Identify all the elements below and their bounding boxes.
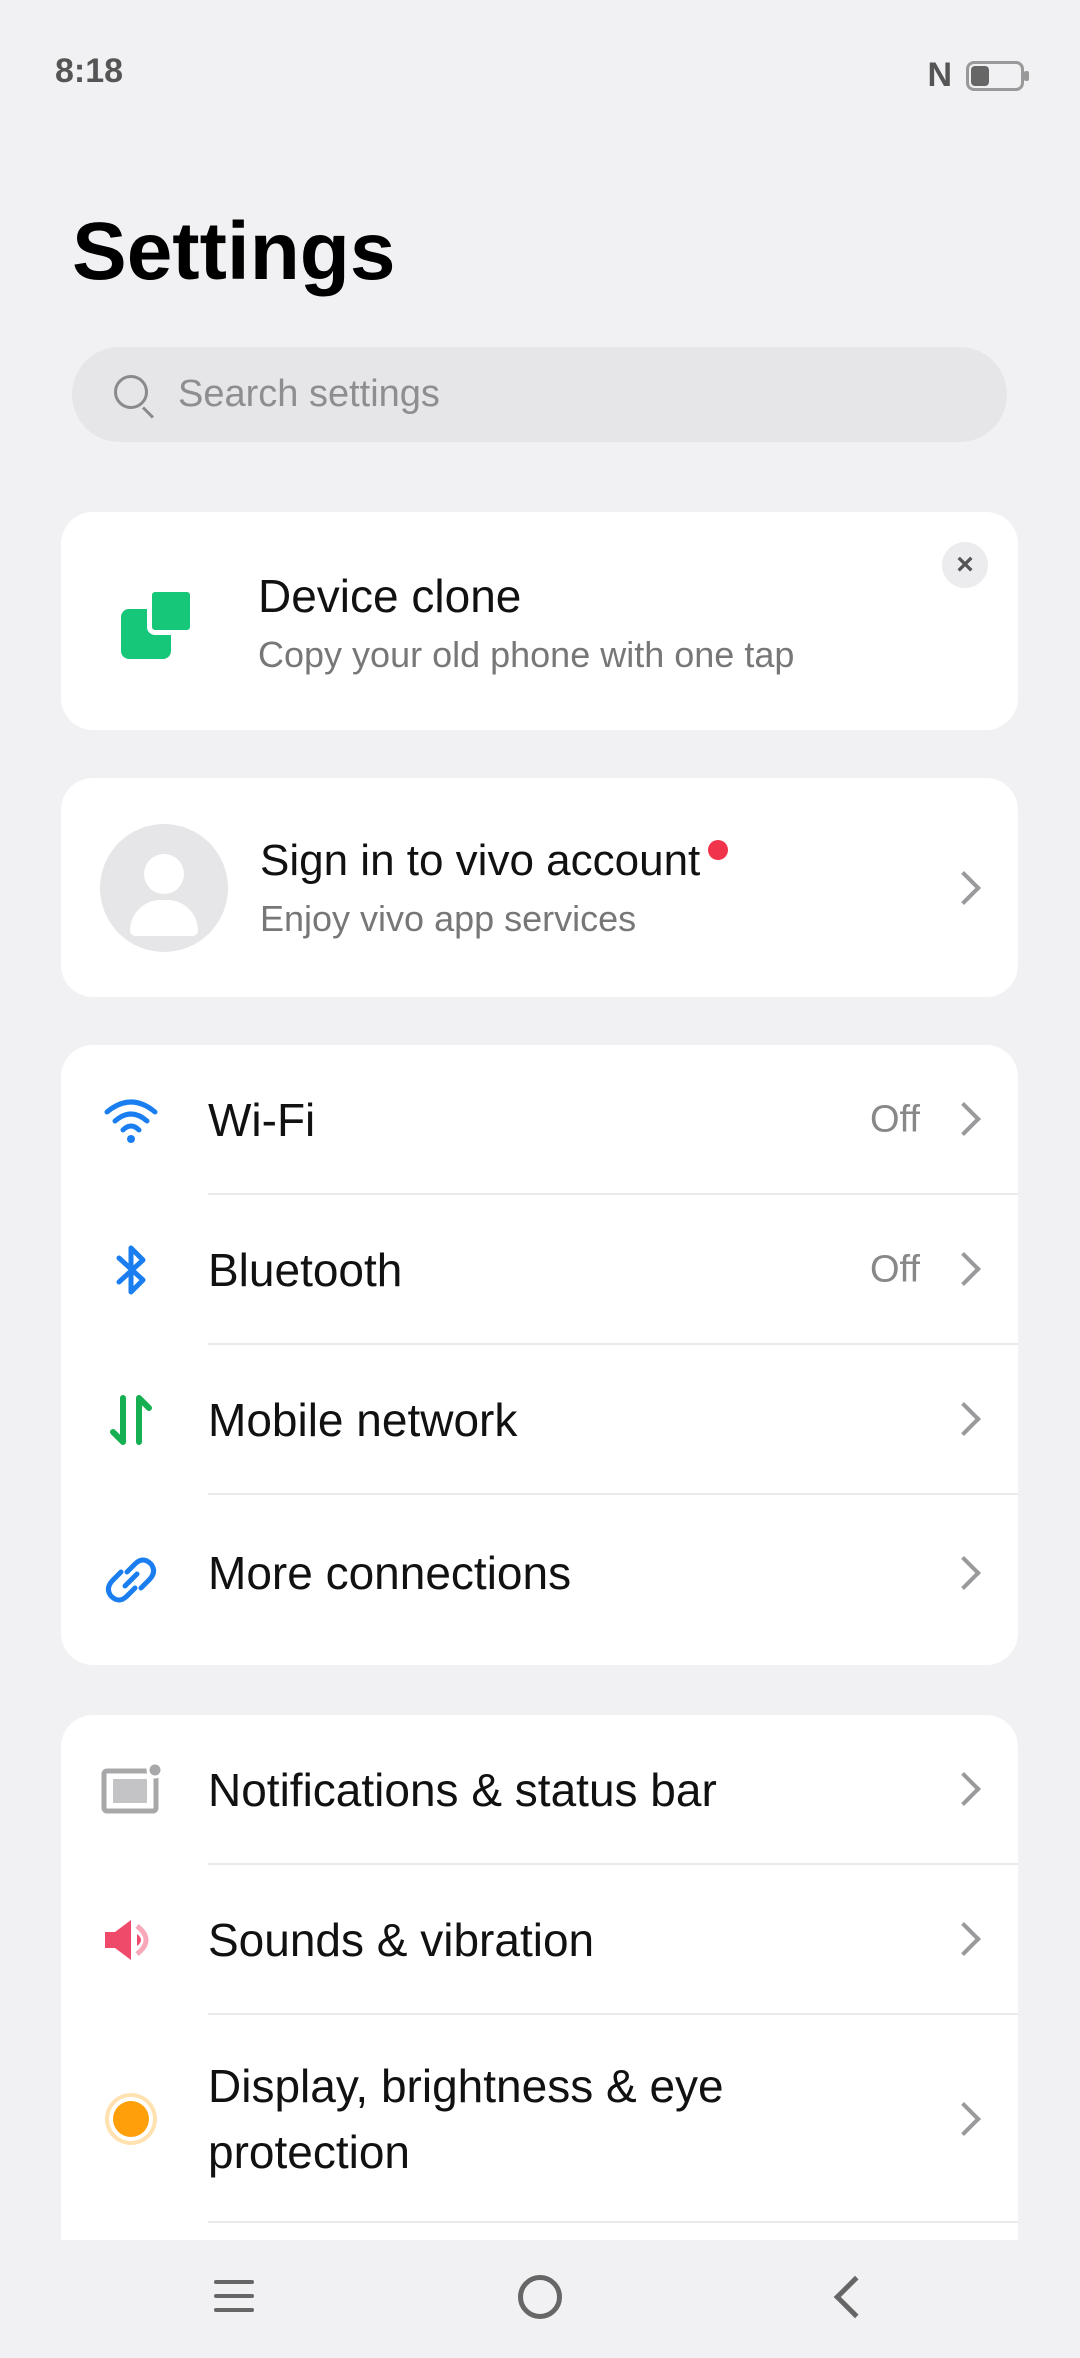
chevron-right-icon <box>947 1772 981 1806</box>
chevron-right-icon <box>947 1922 981 1956</box>
search-icon <box>112 373 156 418</box>
chevron-right-icon <box>947 1102 981 1136</box>
recent-apps-button[interactable] <box>214 2280 254 2316</box>
notification-dot <box>708 840 729 860</box>
device-clone-title: Device clone <box>258 570 522 622</box>
status-icons: N <box>927 56 1029 95</box>
back-button[interactable] <box>833 2275 877 2319</box>
more-connections-label: More connections <box>208 1547 572 1599</box>
notifications-label: Notifications & status bar <box>208 1764 717 1816</box>
nfc-icon: N <box>927 56 952 94</box>
chevron-right-icon <box>947 1252 981 1286</box>
mobile-network-icon <box>101 1390 161 1450</box>
device-clone-icon <box>121 587 201 667</box>
battery-icon <box>966 60 1029 91</box>
home-button[interactable] <box>518 2275 562 2319</box>
vivo-account-card[interactable]: Sign in to vivo account Enjoy vivo app s… <box>61 778 1018 997</box>
link-icon <box>101 1550 161 1610</box>
connections-card: Wi-Fi Off Bluetooth Off Mobile network M… <box>61 1045 1018 1665</box>
account-title: Sign in to vivo account <box>260 836 701 885</box>
wifi-status: Off <box>870 1098 920 1141</box>
chevron-right-icon <box>947 1556 981 1590</box>
page-title: Settings <box>72 206 396 297</box>
status-time: 8:18 <box>55 52 124 90</box>
brightness-icon <box>101 2089 161 2149</box>
device-clone-subtitle: Copy your old phone with one tap <box>258 634 795 675</box>
device-settings-card: Notifications & status bar Sounds & vibr… <box>61 1715 1018 2315</box>
chevron-right-icon <box>947 2102 981 2136</box>
navigation-bar <box>0 2240 1080 2358</box>
bluetooth-label: Bluetooth <box>208 1244 403 1296</box>
mobile-network-label: Mobile network <box>208 1394 518 1446</box>
search-input[interactable] <box>178 373 878 416</box>
status-bar: 8:18 N <box>0 0 1080 140</box>
account-subtitle: Enjoy vivo app services <box>260 898 637 939</box>
speaker-icon <box>101 1910 161 1970</box>
settings-item-bluetooth[interactable]: Bluetooth Off <box>61 1195 1018 1345</box>
bluetooth-status: Off <box>870 1248 920 1291</box>
settings-item-mobile-network[interactable]: Mobile network <box>61 1345 1018 1495</box>
settings-item-notifications[interactable]: Notifications & status bar <box>61 1715 1018 1865</box>
avatar <box>100 824 228 952</box>
sounds-label: Sounds & vibration <box>208 1914 595 1966</box>
settings-item-sounds[interactable]: Sounds & vibration <box>61 1865 1018 2015</box>
wifi-label: Wi-Fi <box>208 1094 316 1146</box>
account-title-row: Sign in to vivo account <box>260 836 729 886</box>
bluetooth-icon <box>101 1240 161 1300</box>
close-icon[interactable]: × <box>942 542 988 588</box>
chevron-right-icon <box>947 1402 981 1436</box>
wifi-icon <box>101 1090 161 1150</box>
settings-item-more-connections[interactable]: More connections <box>61 1495 1018 1665</box>
search-bar[interactable] <box>72 347 1007 442</box>
device-clone-card[interactable]: Device clone Copy your old phone with on… <box>61 512 1018 730</box>
settings-item-display[interactable]: Display, brightness & eye protection <box>61 2015 1018 2223</box>
display-label: Display, brightness & eye protection <box>208 2060 724 2178</box>
settings-item-wifi[interactable]: Wi-Fi Off <box>61 1045 1018 1195</box>
notification-icon <box>101 1760 164 1820</box>
chevron-right-icon <box>947 871 981 905</box>
